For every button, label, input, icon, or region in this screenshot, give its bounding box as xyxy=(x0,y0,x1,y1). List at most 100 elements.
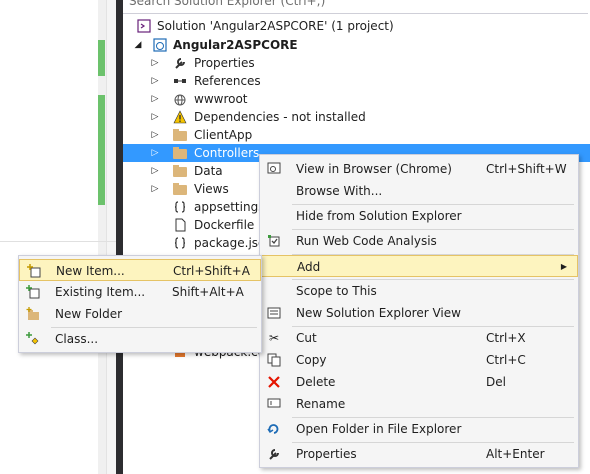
collapsed-arrow-icon[interactable]: ▷ xyxy=(150,72,160,90)
collapsed-arrow-icon[interactable]: ▷ xyxy=(150,144,160,162)
tree-item-label: Data xyxy=(194,164,223,178)
collapsed-arrow-icon[interactable]: ▷ xyxy=(150,54,160,72)
existing-item-icon xyxy=(25,285,41,299)
add-submenu: New Item... Ctrl+Shift+A Existing Item..… xyxy=(18,255,262,353)
menu-item-add[interactable]: Add ▶ xyxy=(260,255,578,277)
menu-item-label: Properties xyxy=(296,447,357,461)
menu-item-rename[interactable]: Rename xyxy=(260,393,578,415)
menu-item-shortcut: Ctrl+C xyxy=(486,353,526,367)
submenu-item-new-folder[interactable]: New Folder xyxy=(19,303,261,325)
menu-item-shortcut: Ctrl+Shift+A xyxy=(173,264,250,278)
browser-icon xyxy=(266,162,282,176)
context-menu: View in Browser (Chrome) Ctrl+Shift+W Br… xyxy=(259,154,579,468)
menu-item-label: Rename xyxy=(296,397,346,411)
tree-item-clientapp[interactable]: ▷ ClientApp xyxy=(123,126,590,144)
new-folder-icon xyxy=(25,307,41,321)
menu-item-label: Browse With... xyxy=(296,184,383,198)
menu-item-hide[interactable]: Hide from Solution Explorer xyxy=(260,205,578,227)
new-view-icon xyxy=(266,306,282,320)
tree-item-label: References xyxy=(194,74,261,88)
tree-item-dependencies[interactable]: ▷ Dependencies - not installed xyxy=(123,108,590,126)
open-folder-icon xyxy=(266,422,282,436)
menu-item-label: Add xyxy=(297,260,321,274)
references-icon xyxy=(173,74,187,88)
divider xyxy=(0,241,130,242)
tree-item-label: Dependencies - not installed xyxy=(194,110,366,124)
menu-item-label: New Solution Explorer View xyxy=(296,306,461,320)
wrench-icon xyxy=(173,56,187,70)
code-analysis-icon xyxy=(266,234,282,248)
tree-item-label: Controllers xyxy=(194,146,260,160)
menu-item-delete[interactable]: Delete Del xyxy=(260,371,578,393)
solution-icon xyxy=(137,19,151,33)
menu-item-shortcut: Shift+Alt+A xyxy=(172,285,244,299)
menu-item-label: Hide from Solution Explorer xyxy=(296,209,462,223)
menu-item-label: New Folder xyxy=(55,307,123,321)
delete-icon xyxy=(266,375,282,389)
collapsed-arrow-icon[interactable]: ▷ xyxy=(150,126,160,144)
change-indicator xyxy=(98,40,105,76)
wrench-icon xyxy=(266,447,282,461)
menu-item-label: Scope to This xyxy=(296,284,377,298)
menu-item-shortcut: Ctrl+X xyxy=(486,331,526,345)
cut-icon: ✂ xyxy=(268,331,280,345)
menu-item-shortcut: Ctrl+Shift+W xyxy=(486,162,567,176)
menu-item-label: View in Browser (Chrome) xyxy=(296,162,452,176)
code-editor-area[interactable] xyxy=(0,0,130,474)
collapsed-arrow-icon[interactable]: ▷ xyxy=(150,180,160,198)
folder-icon xyxy=(173,129,187,141)
collapsed-arrow-icon[interactable]: ▷ xyxy=(150,90,160,108)
menu-item-label: Existing Item... xyxy=(55,285,146,299)
json-file-icon xyxy=(173,236,187,250)
tree-item-label: appsettings. xyxy=(194,200,269,214)
web-project-icon xyxy=(153,38,167,52)
menu-item-view-in-browser[interactable]: View in Browser (Chrome) Ctrl+Shift+W xyxy=(260,158,578,180)
submenu-arrow-icon: ▶ xyxy=(560,262,567,271)
panel-splitter[interactable] xyxy=(116,0,123,474)
folder-icon xyxy=(173,183,187,195)
menu-item-shortcut: Alt+Enter xyxy=(486,447,545,461)
folder-icon xyxy=(173,165,187,177)
tree-item-properties[interactable]: ▷ Properties xyxy=(123,54,590,72)
expanded-arrow-icon[interactable]: ◢ xyxy=(133,36,143,54)
submenu-item-new-item[interactable]: New Item... Ctrl+Shift+A xyxy=(19,259,261,281)
menu-item-label: Class... xyxy=(55,332,99,346)
menu-item-label: New Item... xyxy=(56,264,125,278)
folder-icon xyxy=(173,147,187,159)
menu-item-label: Delete xyxy=(296,375,336,389)
menu-item-label: Cut xyxy=(296,331,317,345)
tree-item-label: Dockerfile xyxy=(194,218,255,232)
menu-item-run-web-code-analysis[interactable]: Run Web Code Analysis xyxy=(260,230,578,252)
tree-item-label: wwwroot xyxy=(194,92,248,106)
file-icon xyxy=(173,218,187,232)
menu-item-browse-with[interactable]: Browse With... xyxy=(260,180,578,202)
json-file-icon xyxy=(173,200,187,214)
tree-item-label: ClientApp xyxy=(194,128,253,142)
tree-item-references[interactable]: ▷ References xyxy=(123,72,590,90)
warning-icon xyxy=(173,110,187,124)
copy-icon xyxy=(266,353,282,367)
menu-item-new-solution-explorer-view[interactable]: New Solution Explorer View xyxy=(260,302,578,324)
change-indicator xyxy=(98,95,105,205)
menu-item-properties[interactable]: Properties Alt+Enter xyxy=(260,443,578,465)
menu-item-shortcut: Del xyxy=(486,375,506,389)
tree-item-wwwroot[interactable]: ▷ wwwroot xyxy=(123,90,590,108)
menu-item-label: Open Folder in File Explorer xyxy=(296,422,462,436)
menu-item-cut[interactable]: ✂ Cut Ctrl+X xyxy=(260,327,578,349)
collapsed-arrow-icon[interactable]: ▷ xyxy=(150,108,160,126)
submenu-item-class[interactable]: Class... xyxy=(19,328,261,350)
tree-item-solution[interactable]: Solution 'Angular2ASPCORE' (1 project) xyxy=(123,17,590,35)
menu-item-open-folder[interactable]: Open Folder in File Explorer xyxy=(260,418,578,440)
tree-item-label: Properties xyxy=(194,56,255,70)
tree-item-project[interactable]: ◢ Angular2ASPCORE xyxy=(123,36,590,54)
menu-item-label: Run Web Code Analysis xyxy=(296,234,437,248)
search-input[interactable]: Search Solution Explorer (Ctrl+;) xyxy=(123,0,588,14)
submenu-item-existing-item[interactable]: Existing Item... Shift+Alt+A xyxy=(19,281,261,303)
menu-item-copy[interactable]: Copy Ctrl+C xyxy=(260,349,578,371)
class-icon xyxy=(25,332,41,346)
new-item-icon xyxy=(26,264,42,278)
menu-item-scope-to-this[interactable]: Scope to This xyxy=(260,280,578,302)
globe-folder-icon xyxy=(173,92,187,106)
collapsed-arrow-icon[interactable]: ▷ xyxy=(150,162,160,180)
solution-label: Solution 'Angular2ASPCORE' (1 project) xyxy=(157,19,394,33)
